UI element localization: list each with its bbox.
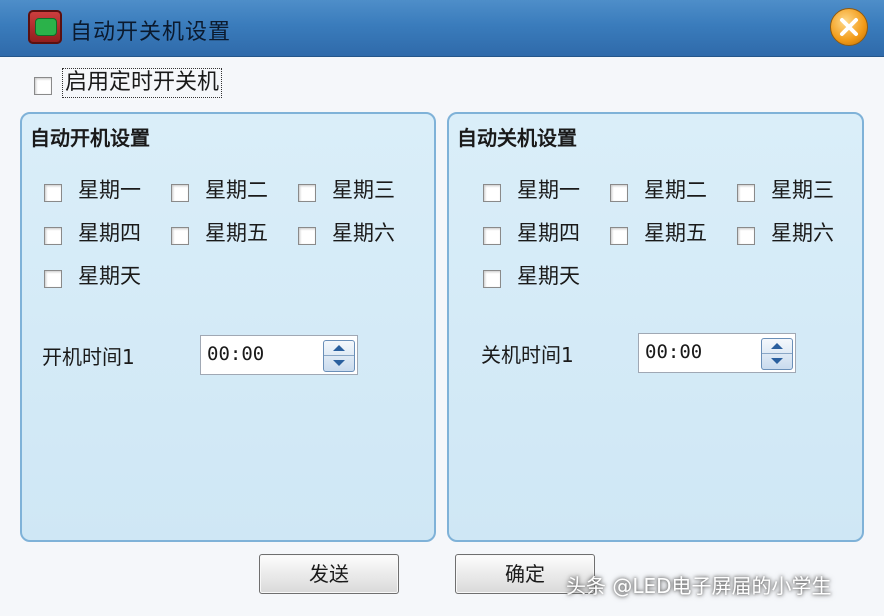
checkbox[interactable] [483, 270, 501, 288]
title-bar: 自动开关机设置 [0, 0, 884, 57]
checkbox[interactable] [483, 184, 501, 202]
checkbox[interactable] [171, 227, 189, 245]
enable-schedule-checkbox[interactable] [34, 77, 52, 95]
window-title: 自动开关机设置 [70, 20, 232, 45]
day-label: 星期三 [771, 178, 834, 202]
day-label: 星期二 [644, 178, 707, 202]
checkbox[interactable] [298, 227, 316, 245]
day-label: 星期天 [517, 264, 580, 288]
day-label: 星期五 [205, 221, 268, 245]
close-icon [840, 18, 858, 36]
power-off-title: 自动关机设置 [457, 126, 577, 150]
power-on-time-input[interactable]: 00:00 [200, 335, 358, 375]
spin-up-button[interactable] [324, 341, 354, 356]
checkbox[interactable] [610, 184, 628, 202]
time-spinner[interactable] [761, 338, 793, 370]
time-value: 00:00 [645, 341, 703, 363]
day-label: 星期四 [78, 221, 141, 245]
send-button[interactable]: 发送 [259, 554, 399, 594]
spin-down-button[interactable] [762, 354, 792, 368]
power-on-group: 自动开机设置 星期一 星期二 星期三 星期四 星期五 星期六 星期天 开机时间1… [20, 112, 436, 542]
watermark: 头条 @LED电子屏届的小学生 [566, 574, 832, 598]
checkbox[interactable] [44, 184, 62, 202]
power-off-time-input[interactable]: 00:00 [638, 333, 796, 373]
day-label: 星期一 [517, 178, 580, 202]
day-label: 星期天 [78, 264, 141, 288]
day-label: 星期六 [771, 221, 834, 245]
time-spinner[interactable] [323, 340, 355, 372]
checkbox[interactable] [298, 184, 316, 202]
close-button[interactable] [830, 8, 868, 46]
day-label: 星期一 [78, 178, 141, 202]
power-off-group: 自动关机设置 星期一 星期二 星期三 星期四 星期五 星期六 星期天 关机时间1… [447, 112, 864, 542]
time-value: 00:00 [207, 343, 265, 365]
power-on-title: 自动开机设置 [30, 126, 150, 150]
day-label: 星期四 [517, 221, 580, 245]
day-label: 星期六 [332, 221, 395, 245]
checkbox[interactable] [483, 227, 501, 245]
chevron-up-icon [771, 343, 783, 349]
chevron-down-icon [333, 360, 345, 366]
power-off-time-label: 关机时间1 [481, 343, 574, 367]
checkbox[interactable] [737, 227, 755, 245]
day-label: 星期三 [332, 178, 395, 202]
checkbox[interactable] [171, 184, 189, 202]
checkbox[interactable] [44, 270, 62, 288]
chevron-up-icon [333, 345, 345, 351]
checkbox[interactable] [610, 227, 628, 245]
enable-schedule-label[interactable]: 启用定时开关机 [62, 68, 223, 98]
chevron-down-icon [771, 358, 783, 364]
checkbox[interactable] [737, 184, 755, 202]
spin-down-button[interactable] [324, 356, 354, 370]
day-label: 星期五 [644, 221, 707, 245]
app-icon [28, 10, 62, 44]
checkbox[interactable] [44, 227, 62, 245]
spin-up-button[interactable] [762, 339, 792, 354]
power-on-time-label: 开机时间1 [42, 345, 135, 369]
day-label: 星期二 [205, 178, 268, 202]
